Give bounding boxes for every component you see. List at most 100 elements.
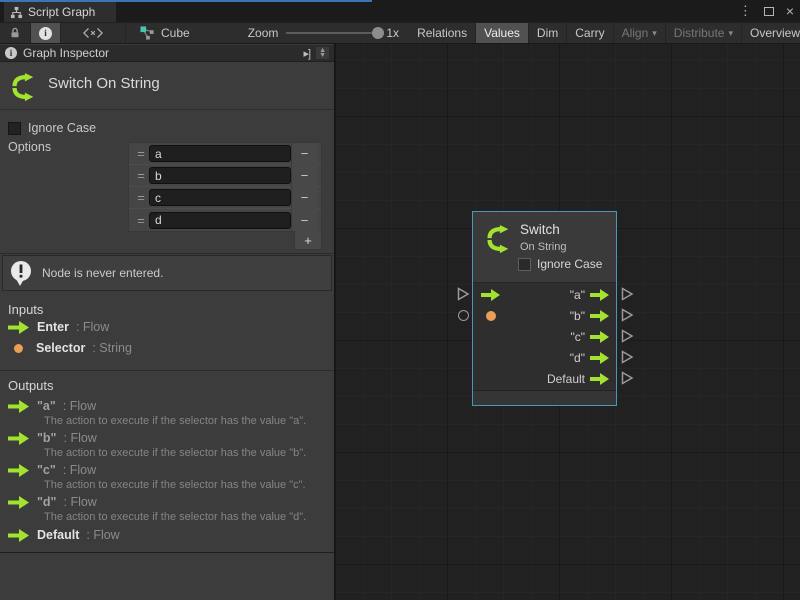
ignore-case-label: Ignore Case [537, 257, 602, 271]
output-port-a: "a" : Flow The action to execute if the … [8, 399, 306, 427]
add-option-button[interactable]: + [294, 231, 322, 250]
overview-button[interactable]: Overview [742, 23, 800, 43]
chevron-down-icon: ▾ [652, 28, 657, 39]
dim-button[interactable]: Dim [529, 23, 567, 43]
switch-on-string-node[interactable]: Switch On String Ignore Case "a" "b" "c" [472, 211, 617, 406]
port-label: "c" [570, 330, 585, 344]
dock-icon[interactable]: ▸] [303, 47, 310, 60]
output-connector-triangle[interactable] [621, 308, 634, 322]
flow-arrow-icon [8, 496, 30, 509]
values-button[interactable]: Values [476, 23, 529, 43]
output-port-b: "b" : Flow The action to execute if the … [8, 431, 306, 459]
graph-target[interactable]: Cube [126, 23, 200, 43]
output-port-default: Default : Flow [8, 528, 120, 542]
remove-option-button[interactable]: − [291, 209, 317, 231]
inspector-toggle-button[interactable]: i [31, 23, 61, 43]
input-port-enter: Enter : Flow [8, 320, 109, 334]
inputs-header: Inputs [8, 302, 43, 317]
input-connector-circle[interactable] [458, 310, 469, 321]
divider [0, 370, 334, 371]
info-icon: i [39, 27, 52, 40]
drag-handle-icon[interactable]: = [133, 146, 149, 161]
output-connector-triangle[interactable] [621, 287, 634, 301]
flow-arrow-icon [8, 464, 30, 477]
warning-box: Node is never entered. [2, 255, 332, 291]
flow-arrow-icon[interactable] [590, 331, 610, 343]
distribute-dropdown[interactable]: Distribute▾ [666, 23, 742, 43]
lock-button[interactable] [0, 23, 31, 43]
lock-icon [8, 26, 22, 40]
drag-handle-icon[interactable]: = [133, 213, 149, 228]
graph-node-icon [140, 26, 155, 40]
flow-arrow-icon[interactable] [590, 373, 610, 385]
target-label: Cube [161, 26, 190, 40]
maximize-icon[interactable] [764, 7, 774, 16]
options-label: Options [8, 140, 51, 154]
option-input[interactable] [149, 212, 291, 229]
flow-arrow-icon [8, 432, 30, 445]
node-footer [473, 390, 616, 405]
output-connector-triangle[interactable] [621, 329, 634, 343]
option-input[interactable] [149, 189, 291, 206]
graph-canvas[interactable]: Switch On String Ignore Case "a" "b" "c" [335, 44, 800, 600]
remove-option-button[interactable]: − [291, 143, 317, 165]
close-icon[interactable]: × [786, 6, 794, 16]
option-row: = − [129, 209, 321, 231]
ignore-case-label: Ignore Case [28, 121, 96, 135]
output-port-description: The action to execute if the selector ha… [44, 415, 306, 427]
options-footer: + [128, 231, 322, 250]
inspector-header-title: Graph Inspector [23, 46, 109, 60]
flow-arrow-icon[interactable] [590, 289, 610, 301]
spinner-control[interactable]: ▲▼ [316, 47, 329, 59]
output-port-description: The action to execute if the selector ha… [44, 511, 306, 523]
input-connector-triangle[interactable] [457, 287, 470, 301]
port-label: "d" [570, 351, 585, 365]
divider [0, 253, 334, 254]
warning-text: Node is never entered. [42, 266, 163, 280]
zoom-slider-handle[interactable] [372, 27, 384, 39]
node-port-row: "d" [473, 347, 616, 368]
selector-port-icon[interactable] [486, 311, 496, 321]
code-view-button[interactable] [61, 23, 126, 43]
flow-arrow-icon [8, 400, 30, 413]
graph-inspector-panel: i Graph Inspector ▸] ▲▼ Switch On String… [0, 44, 334, 600]
ignore-case-row: Ignore Case [8, 121, 96, 135]
node-ignore-case-row: Ignore Case [518, 257, 602, 271]
drag-handle-icon[interactable]: = [133, 190, 149, 205]
node-port-row: Default [473, 368, 616, 389]
align-dropdown[interactable]: Align▾ [614, 23, 666, 43]
enter-port-icon[interactable] [481, 289, 501, 301]
remove-option-button[interactable]: − [291, 187, 317, 209]
ignore-case-checkbox[interactable] [518, 258, 531, 271]
node-subtitle: On String [520, 241, 566, 253]
relations-button[interactable]: Relations [409, 23, 476, 43]
output-connector-triangle[interactable] [621, 350, 634, 364]
drag-handle-icon[interactable]: = [133, 168, 149, 183]
input-port-selector: Selector : String [8, 341, 132, 355]
kebab-menu-icon[interactable]: ⋮ [739, 3, 752, 19]
carry-button[interactable]: Carry [567, 23, 613, 43]
node-header[interactable]: Switch On String Ignore Case [473, 212, 616, 283]
output-port-d: "d" : Flow The action to execute if the … [8, 495, 306, 523]
zoom-control: Zoom 1x [200, 23, 409, 43]
visual-scripting-window: Script Graph ⋮ × i [0, 0, 800, 600]
zoom-slider[interactable] [286, 32, 378, 34]
tab-bar: Script Graph ⋮ × [0, 0, 800, 22]
remove-option-button[interactable]: − [291, 165, 317, 187]
ignore-case-checkbox[interactable] [8, 122, 21, 135]
graph-toolbar: i Cube Zoom 1x Relations [0, 22, 800, 44]
option-input[interactable] [149, 167, 291, 184]
flow-arrow-icon[interactable] [590, 352, 610, 364]
option-input[interactable] [149, 145, 291, 162]
tab-script-graph[interactable]: Script Graph [4, 2, 116, 22]
unit-title: Switch On String [48, 75, 160, 92]
output-port-description: The action to execute if the selector ha… [44, 479, 306, 491]
flow-arrow-icon[interactable] [590, 310, 610, 322]
warning-bubble-icon [10, 260, 33, 287]
output-connector-triangle[interactable] [621, 371, 634, 385]
option-row: = − [129, 187, 321, 209]
flow-arrow-icon [8, 321, 30, 334]
zoom-value: 1x [386, 26, 399, 40]
graph-hierarchy-icon [10, 6, 23, 19]
chevron-down-icon: ▾ [728, 28, 733, 39]
